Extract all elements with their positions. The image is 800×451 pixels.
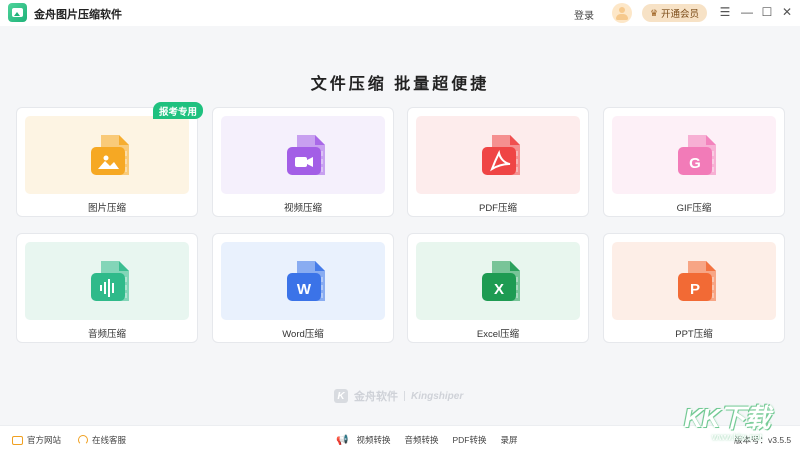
maximize-icon[interactable]: ☐ [760, 5, 774, 19]
brand-en: Kingshiper [411, 390, 464, 402]
ppt-file-icon: P [678, 261, 716, 301]
brand-logo-icon: K [334, 389, 348, 403]
monitor-icon [12, 435, 23, 445]
svg-text:W: W [297, 281, 312, 298]
page-headline: 文件压缩 批量超便捷 [310, 76, 490, 93]
online-service-link[interactable]: 在线客服 [78, 434, 126, 446]
app-logo [8, 3, 27, 22]
footer-link-record[interactable]: 录屏 [501, 434, 518, 446]
tool-card-1[interactable]: 视频压缩 [212, 107, 394, 217]
tool-card-tile [221, 116, 385, 194]
tool-card-label: 图片压缩 [87, 203, 126, 214]
excel-file-icon: X [482, 261, 520, 301]
footer-link-video[interactable]: 视频转换 [356, 434, 390, 446]
tool-card-0[interactable]: 图片压缩 [16, 107, 198, 217]
online-service-label: 在线客服 [92, 435, 127, 445]
footer-bar: 官方网站 在线客服 📢 视频转换 音频转换 PDF转换 录屏 版本号：v3.5.… [0, 425, 800, 451]
tool-card-tile [416, 116, 580, 194]
footer-links: 📢 视频转换 音频转换 PDF转换 录屏 [336, 434, 518, 446]
tool-card-label: PDF压缩 [478, 203, 517, 214]
official-site-link[interactable]: 官方网站 [12, 434, 61, 446]
tool-card-label: GIF压缩 [676, 203, 712, 214]
minimize-icon[interactable]: — [740, 5, 754, 19]
tool-card-5[interactable]: W Word压缩 [212, 233, 394, 343]
app-title: 金舟图片压缩软件 [34, 9, 122, 21]
svg-text:X: X [494, 281, 504, 298]
megaphone-icon: 📢 [336, 434, 349, 446]
site-watermark-url: www.kkx.net [712, 432, 763, 442]
title-bar: 金舟图片压缩软件 登录 ♛ 开通会员 ☰ — ☐ ✕ [0, 0, 800, 26]
tool-card-label: Word压缩 [282, 329, 324, 340]
crown-icon: ♛ [649, 7, 659, 18]
tool-card-label: PPT压缩 [675, 329, 713, 340]
brand-cn: 金舟软件 [354, 391, 398, 403]
close-icon[interactable]: ✕ [780, 5, 794, 19]
tool-card-2[interactable]: PDF压缩 [407, 107, 589, 217]
vip-button[interactable]: ♛ 开通会员 [642, 4, 707, 22]
tool-card-4[interactable]: 音频压缩 [16, 233, 198, 343]
tool-card-label: 视频压缩 [283, 203, 322, 214]
image-file-icon [91, 135, 129, 175]
audio-file-icon [91, 261, 129, 301]
login-link[interactable]: 登录 [574, 7, 594, 22]
tool-card-7[interactable]: P PPT压缩 [603, 233, 785, 343]
tool-card-tile: G [612, 116, 776, 194]
tool-card-label: Excel压缩 [476, 329, 520, 340]
headset-icon [78, 435, 88, 445]
brand-watermark: K 金舟软件 Kingshiper [334, 388, 463, 404]
tool-card-6[interactable]: X Excel压缩 [407, 233, 589, 343]
official-site-label: 官方网站 [27, 435, 62, 445]
footer-link-pdf[interactable]: PDF转换 [452, 434, 486, 446]
tool-card-tile [25, 242, 189, 320]
word-file-icon: W [287, 261, 325, 301]
svg-text:P: P [690, 281, 700, 298]
pdf-file-icon [482, 135, 520, 175]
exam-badge: 报考专用 [153, 102, 203, 119]
vip-button-label: 开通会员 [661, 9, 700, 20]
site-watermark: KK下载 [684, 403, 771, 433]
divider [404, 391, 405, 401]
tool-card-label: 音频压缩 [87, 329, 126, 340]
gif-file-icon: G [678, 135, 716, 175]
video-file-icon [287, 135, 325, 175]
svg-text:G: G [689, 155, 701, 172]
tool-card-tile: X [416, 242, 580, 320]
tool-card-tile: P [612, 242, 776, 320]
tool-card-3[interactable]: G GIF压缩 [603, 107, 785, 217]
menu-icon[interactable]: ☰ [718, 5, 732, 19]
tool-card-tile [25, 116, 189, 194]
footer-link-audio[interactable]: 音频转换 [404, 434, 438, 446]
avatar[interactable] [612, 3, 632, 23]
tool-card-tile: W [221, 242, 385, 320]
